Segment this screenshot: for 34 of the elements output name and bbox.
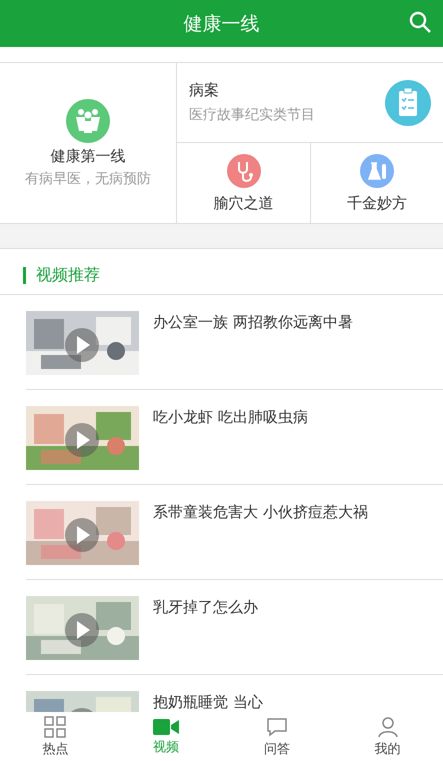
app-title: 健康一线	[184, 12, 260, 36]
video-item[interactable]: 吃小龙虾 吃出肺吸虫病	[26, 390, 443, 485]
feature-tile[interactable]: 千金妙方	[310, 143, 443, 223]
nav-tab[interactable]: 问答	[222, 712, 332, 761]
grid-icon	[44, 716, 66, 738]
feature-tile[interactable]: 病案 医疗故事纪实类节目	[177, 63, 443, 143]
video-title: 系带童装危害大 小伙挤痘惹大祸	[153, 502, 368, 523]
stethoscope-icon	[226, 154, 260, 188]
feature-title: 腧穴之道	[214, 194, 274, 212]
feature-subtitle: 医疗故事纪实类节目	[189, 106, 315, 124]
video-title: 办公室一族 两招教你远离中暑	[153, 312, 353, 333]
chat-icon	[266, 716, 288, 738]
feature-subtitle: 有病早医，无病预防	[25, 170, 151, 188]
clipboard-icon	[385, 80, 431, 126]
nav-tab[interactable]: 我的	[332, 712, 443, 761]
feature-tile[interactable]: 健康第一线 有病早医，无病预防	[0, 63, 177, 223]
section-marker	[23, 267, 26, 284]
flask-icon	[360, 154, 394, 188]
person-icon	[376, 716, 399, 738]
video-item[interactable]: 系带童装危害大 小伙挤痘惹大祸	[26, 485, 443, 580]
video-title: 抱奶瓶睡觉 当心	[153, 692, 263, 712]
video-title: 乳牙掉了怎么办	[153, 597, 258, 618]
feature-title: 病案	[189, 81, 220, 100]
section-title: 视频推荐	[36, 265, 100, 286]
feature-tile[interactable]: 腧穴之道	[177, 143, 310, 223]
search-icon[interactable]	[409, 11, 431, 33]
video-camera-icon	[153, 718, 180, 736]
video-item[interactable]: 办公室一族 两招教你远离中暑	[26, 295, 443, 390]
video-title: 吃小龙虾 吃出肺吸虫病	[153, 407, 308, 428]
feature-title: 千金妙方	[347, 194, 407, 212]
nav-tab[interactable]: 热点	[0, 712, 111, 761]
video-item[interactable]: 乳牙掉了怎么办	[26, 580, 443, 675]
doctors-icon	[66, 98, 110, 142]
feature-title: 健康第一线	[50, 146, 126, 166]
